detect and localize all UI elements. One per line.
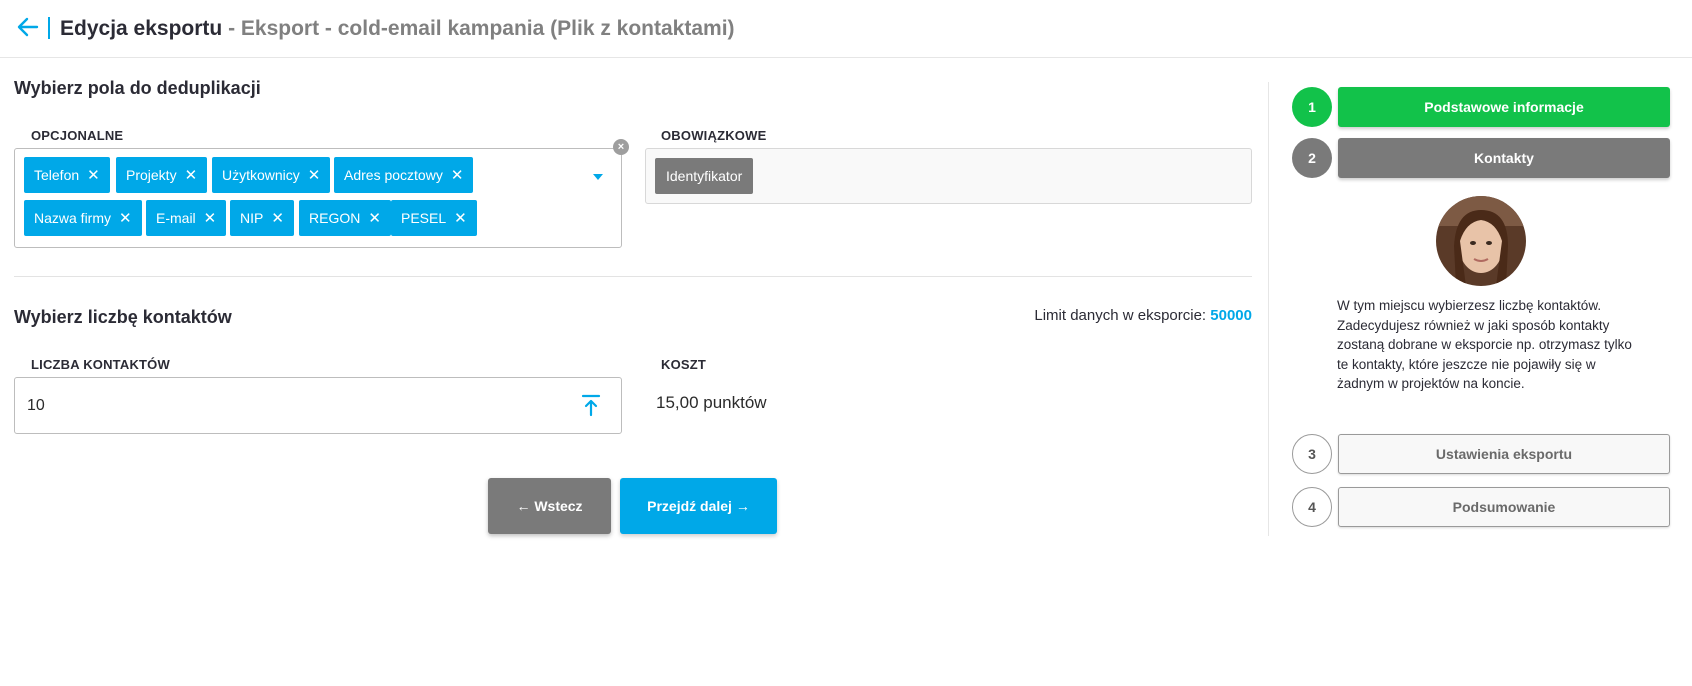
- remove-tag-icon[interactable]: ✕: [204, 210, 217, 227]
- page-title-sub: - Eksport - cold-email kampania (Plik z …: [222, 17, 735, 40]
- remove-tag-icon[interactable]: ✕: [87, 167, 100, 184]
- tag-regon: REGON ✕: [299, 200, 391, 236]
- tag-uzytkownicy: Użytkownicy ✕: [212, 157, 331, 193]
- count-label: LICZBA KONTAKTÓW: [31, 357, 170, 372]
- remove-tag-icon[interactable]: ✕: [119, 210, 132, 227]
- tag-label: Projekty: [126, 167, 177, 183]
- remove-tag-icon[interactable]: ✕: [451, 167, 464, 184]
- clear-icon[interactable]: ×: [613, 139, 629, 155]
- tag-label: E-mail: [156, 210, 196, 226]
- tag-nazwa-firmy: Nazwa firmy ✕: [24, 200, 142, 236]
- tag-adres-pocztowy: Adres pocztowy ✕: [334, 157, 474, 193]
- contacts-section-title: Wybierz liczbę kontaktów: [14, 307, 232, 327]
- step-2-contacts[interactable]: Kontakty: [1338, 138, 1670, 178]
- remove-tag-icon[interactable]: ✕: [368, 210, 381, 227]
- tag-label: PESEL: [401, 210, 447, 226]
- cost-label: KOSZT: [661, 357, 707, 372]
- contacts-count-input[interactable]: 10: [14, 377, 622, 434]
- page-header: Edycja eksportu - Eksport - cold-email k…: [0, 0, 1692, 58]
- optional-label: OPCJONALNE: [31, 128, 124, 143]
- tag-identyfikator: Identyfikator: [655, 158, 754, 194]
- chevron-down-icon[interactable]: [593, 174, 603, 180]
- tag-telefon: Telefon ✕: [24, 157, 110, 193]
- tag-pesel: PESEL ✕: [391, 200, 477, 236]
- contacts-count-value: 10: [27, 397, 45, 414]
- tag-projekty: Projekty ✕: [116, 157, 208, 193]
- remove-tag-icon[interactable]: ✕: [271, 210, 284, 227]
- tag-label: Użytkownicy: [222, 167, 300, 183]
- tag-email: E-mail ✕: [146, 200, 227, 236]
- step-3-export-settings[interactable]: Ustawienia eksportu: [1338, 434, 1670, 474]
- section-divider: [14, 276, 1252, 277]
- remove-tag-icon[interactable]: ✕: [308, 167, 321, 184]
- step-2-circle: 2: [1292, 138, 1332, 178]
- vertical-divider: [1268, 82, 1269, 536]
- dedup-section-title: Wybierz pola do deduplikacji: [14, 78, 261, 98]
- tag-label: NIP: [240, 210, 264, 226]
- tag-label: REGON: [309, 210, 361, 226]
- cost-value: 15,00 punktów: [656, 393, 767, 412]
- tag-label: Nazwa firmy: [34, 210, 112, 226]
- step-4-circle: 4: [1292, 487, 1332, 527]
- next-button[interactable]: Przejdź dalej →: [620, 478, 777, 534]
- back-arrow-icon[interactable]: [15, 14, 41, 40]
- step-3-circle: 3: [1292, 434, 1332, 474]
- assistant-avatar: [1436, 196, 1526, 286]
- set-max-icon[interactable]: [581, 393, 601, 417]
- limit-value: 50000: [1210, 307, 1252, 324]
- mandatory-label: OBOWIĄZKOWE: [661, 128, 767, 143]
- tag-label: Telefon: [34, 167, 80, 183]
- page-title: Edycja eksportu - Eksport - cold-email k…: [60, 17, 735, 41]
- limit-label: Limit danych w eksporcie:: [1034, 307, 1207, 324]
- back-button[interactable]: ← Wstecz: [488, 478, 611, 534]
- step-4-summary[interactable]: Podsumowanie: [1338, 487, 1670, 527]
- header-divider: [48, 17, 50, 39]
- export-limit: Limit danych w eksporcie: 50000: [1034, 307, 1252, 324]
- step-1-circle: 1: [1292, 87, 1332, 127]
- tag-label: Adres pocztowy: [344, 167, 443, 183]
- remove-tag-icon[interactable]: ✕: [185, 167, 198, 184]
- step-1-basic-info[interactable]: Podstawowe informacje: [1338, 87, 1670, 127]
- tag-nip: NIP ✕: [230, 200, 294, 236]
- remove-tag-icon[interactable]: ✕: [454, 210, 467, 227]
- step-help-text: W tym miejscu wybierzesz liczbę kontaktó…: [1337, 298, 1632, 391]
- page-title-main: Edycja eksportu: [60, 17, 223, 40]
